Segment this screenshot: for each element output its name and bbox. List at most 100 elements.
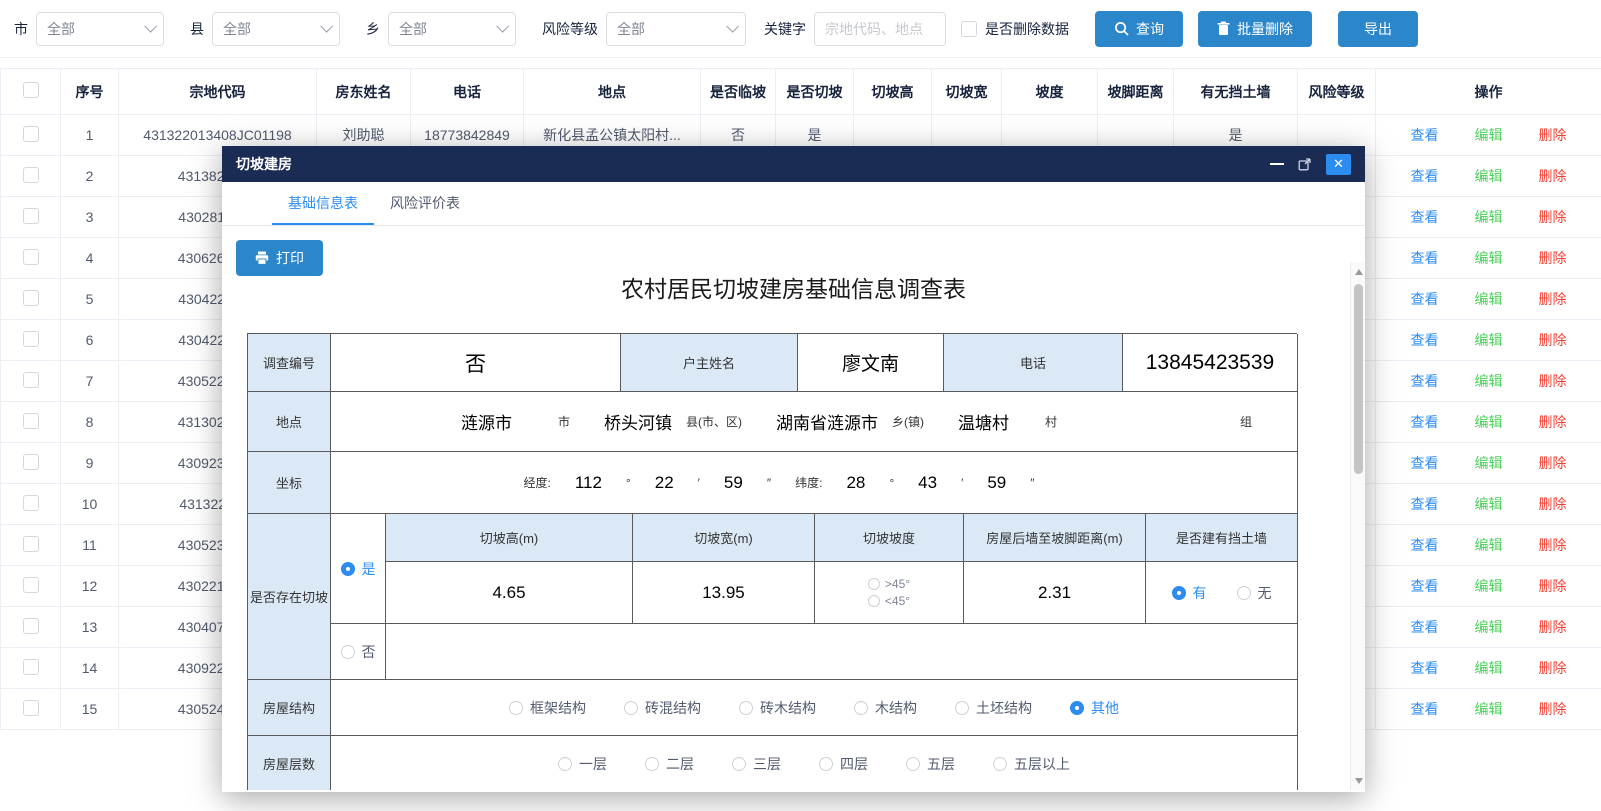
keyword-input[interactable]: [814, 12, 946, 46]
delete-link[interactable]: 删除: [1539, 125, 1567, 145]
exist-slope-no[interactable]: 否: [331, 624, 386, 680]
scrollbar-thumb[interactable]: [1354, 284, 1363, 474]
delete-link[interactable]: 删除: [1539, 617, 1567, 637]
delete-link[interactable]: 删除: [1539, 371, 1567, 391]
floors-radio-5[interactable]: [993, 757, 1007, 771]
view-link[interactable]: 查看: [1411, 248, 1439, 268]
query-button[interactable]: 查询: [1095, 11, 1183, 47]
row-checkbox[interactable]: [23, 618, 39, 634]
delete-link[interactable]: 删除: [1539, 535, 1567, 555]
row-checkbox[interactable]: [23, 700, 39, 716]
delete-link[interactable]: 删除: [1539, 289, 1567, 309]
floors-option-2[interactable]: 三层: [732, 754, 781, 774]
view-link[interactable]: 查看: [1411, 371, 1439, 391]
delete-link[interactable]: 删除: [1539, 658, 1567, 678]
batch-delete-button[interactable]: 批量删除: [1198, 11, 1312, 47]
structure-option-1[interactable]: 砖混结构: [624, 698, 701, 718]
edit-link[interactable]: 编辑: [1475, 125, 1503, 145]
edit-link[interactable]: 编辑: [1475, 617, 1503, 637]
tab-risk-evaluation[interactable]: 风险评价表: [374, 182, 476, 225]
edit-link[interactable]: 编辑: [1475, 699, 1503, 719]
view-link[interactable]: 查看: [1411, 658, 1439, 678]
town-select[interactable]: 全部: [388, 12, 516, 46]
view-link[interactable]: 查看: [1411, 125, 1439, 145]
edit-link[interactable]: 编辑: [1475, 576, 1503, 596]
select-all-checkbox[interactable]: [23, 82, 39, 98]
floors-option-5[interactable]: 五层以上: [993, 754, 1070, 774]
floors-radio-3[interactable]: [819, 757, 833, 771]
delete-link[interactable]: 删除: [1539, 330, 1567, 350]
maximize-icon[interactable]: [1298, 157, 1312, 171]
wall-no-radio[interactable]: [1237, 586, 1251, 600]
view-link[interactable]: 查看: [1411, 166, 1439, 186]
floors-radio-0[interactable]: [558, 757, 572, 771]
row-checkbox[interactable]: [23, 372, 39, 388]
exist-slope-yes[interactable]: 是: [331, 514, 386, 624]
edit-link[interactable]: 编辑: [1475, 248, 1503, 268]
view-link[interactable]: 查看: [1411, 289, 1439, 309]
edit-link[interactable]: 编辑: [1475, 453, 1503, 473]
delete-link[interactable]: 删除: [1539, 699, 1567, 719]
scrollbar-down-icon[interactable]: [1351, 773, 1365, 788]
view-link[interactable]: 查看: [1411, 494, 1439, 514]
row-checkbox[interactable]: [23, 290, 39, 306]
structure-option-3[interactable]: 木结构: [854, 698, 917, 718]
view-link[interactable]: 查看: [1411, 535, 1439, 555]
edit-link[interactable]: 编辑: [1475, 330, 1503, 350]
edit-link[interactable]: 编辑: [1475, 371, 1503, 391]
view-link[interactable]: 查看: [1411, 330, 1439, 350]
edit-link[interactable]: 编辑: [1475, 207, 1503, 227]
edit-link[interactable]: 编辑: [1475, 658, 1503, 678]
minimize-icon[interactable]: [1270, 163, 1284, 165]
row-checkbox[interactable]: [23, 208, 39, 224]
row-checkbox[interactable]: [23, 413, 39, 429]
export-button[interactable]: 导出: [1338, 11, 1418, 47]
edit-link[interactable]: 编辑: [1475, 412, 1503, 432]
structure-radio-2[interactable]: [739, 701, 753, 715]
structure-radio-0[interactable]: [509, 701, 523, 715]
exist-yes-radio[interactable]: [341, 562, 355, 576]
row-checkbox[interactable]: [23, 249, 39, 265]
floors-option-4[interactable]: 五层: [906, 754, 955, 774]
view-link[interactable]: 查看: [1411, 453, 1439, 473]
city-select[interactable]: 全部: [36, 12, 164, 46]
wall-yes-radio[interactable]: [1172, 586, 1186, 600]
delete-data-checkbox[interactable]: [961, 21, 977, 37]
delete-link[interactable]: 删除: [1539, 412, 1567, 432]
floors-option-1[interactable]: 二层: [645, 754, 694, 774]
row-checkbox[interactable]: [23, 536, 39, 552]
row-checkbox[interactable]: [23, 577, 39, 593]
tab-basic-info[interactable]: 基础信息表: [272, 182, 374, 225]
floors-option-0[interactable]: 一层: [558, 754, 607, 774]
delete-link[interactable]: 删除: [1539, 494, 1567, 514]
angle-gt45-radio[interactable]: [868, 578, 880, 590]
row-checkbox[interactable]: [23, 495, 39, 511]
structure-option-4[interactable]: 土坯结构: [955, 698, 1032, 718]
view-link[interactable]: 查看: [1411, 617, 1439, 637]
row-checkbox[interactable]: [23, 167, 39, 183]
scrollbar-up-icon[interactable]: [1351, 264, 1365, 279]
structure-radio-1[interactable]: [624, 701, 638, 715]
risk-level-select[interactable]: 全部: [606, 12, 746, 46]
structure-option-2[interactable]: 砖木结构: [739, 698, 816, 718]
view-link[interactable]: 查看: [1411, 576, 1439, 596]
structure-radio-3[interactable]: [854, 701, 868, 715]
row-checkbox[interactable]: [23, 331, 39, 347]
row-checkbox[interactable]: [23, 454, 39, 470]
delete-link[interactable]: 删除: [1539, 207, 1567, 227]
delete-link[interactable]: 删除: [1539, 248, 1567, 268]
county-select[interactable]: 全部: [212, 12, 340, 46]
floors-option-3[interactable]: 四层: [819, 754, 868, 774]
structure-option-5[interactable]: 其他: [1070, 698, 1119, 718]
delete-link[interactable]: 删除: [1539, 453, 1567, 473]
edit-link[interactable]: 编辑: [1475, 494, 1503, 514]
close-icon[interactable]: ✕: [1326, 154, 1351, 175]
view-link[interactable]: 查看: [1411, 412, 1439, 432]
structure-radio-4[interactable]: [955, 701, 969, 715]
edit-link[interactable]: 编辑: [1475, 535, 1503, 555]
angle-lt45-radio[interactable]: [868, 595, 880, 607]
edit-link[interactable]: 编辑: [1475, 166, 1503, 186]
row-checkbox[interactable]: [23, 659, 39, 675]
structure-option-0[interactable]: 框架结构: [509, 698, 586, 718]
delete-link[interactable]: 删除: [1539, 576, 1567, 596]
